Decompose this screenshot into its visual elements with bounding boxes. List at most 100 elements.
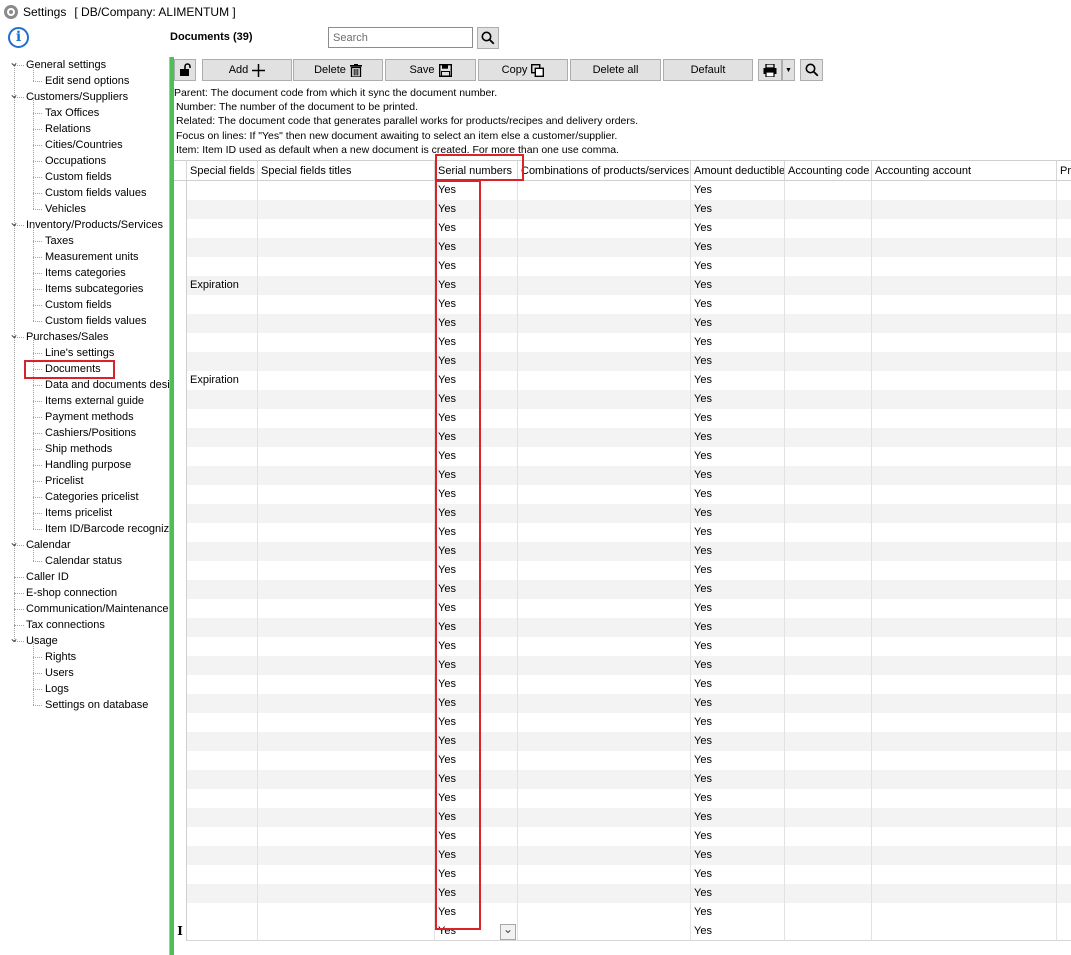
table-cell[interactable] [872,238,1057,257]
row-header[interactable] [174,466,187,485]
table-cell[interactable]: Yes [691,865,785,884]
table-cell[interactable]: Yes [435,314,518,333]
table-cell[interactable] [187,675,258,694]
tree-item-custom-fields-values[interactable]: Custom fields values [45,313,147,329]
table-cell[interactable] [1057,732,1071,751]
table-cell[interactable] [872,371,1057,390]
tree-item-usage[interactable]: Usage [26,633,58,649]
table-cell[interactable] [1057,428,1071,447]
row-header[interactable] [174,257,187,276]
table-cell[interactable] [872,846,1057,865]
table-cell[interactable] [258,808,435,827]
table-cell[interactable] [1057,333,1071,352]
table-cell[interactable] [785,542,872,561]
row-header[interactable] [174,580,187,599]
table-cell[interactable]: Yes [435,428,518,447]
table-cell[interactable] [872,447,1057,466]
row-header[interactable] [174,428,187,447]
table-cell[interactable] [872,466,1057,485]
table-cell[interactable]: Yes [435,485,518,504]
table-cell[interactable] [258,713,435,732]
table-cell[interactable] [187,352,258,371]
table-row[interactable]: Yes Yes [174,751,1071,770]
table-cell[interactable]: Yes [691,789,785,808]
table-cell[interactable] [187,827,258,846]
tree-item-e-shop-connection[interactable]: E-shop connection [26,585,117,601]
table-cell[interactable] [785,219,872,238]
table-cell[interactable]: Yes [691,732,785,751]
table-cell[interactable] [1057,371,1071,390]
column-header-combinations-of-products-services[interactable]: Combinations of products/services [518,160,691,181]
table-cell[interactable]: Yes [691,447,785,466]
table-cell[interactable] [518,238,691,257]
table-cell[interactable] [518,789,691,808]
table-cell[interactable] [785,580,872,599]
table-cell[interactable] [872,219,1057,238]
table-cell[interactable]: Yes [435,656,518,675]
table-cell[interactable] [518,200,691,219]
table-cell[interactable] [258,618,435,637]
table-cell[interactable] [187,865,258,884]
table-cell[interactable] [187,238,258,257]
table-cell[interactable]: Yes [691,523,785,542]
table-cell[interactable]: Yes [691,390,785,409]
table-cell[interactable] [258,770,435,789]
row-header[interactable] [174,884,187,903]
table-cell[interactable] [785,846,872,865]
table-cell[interactable]: Yes [435,789,518,808]
table-row[interactable]: Expiration Yes Yes [174,276,1071,295]
table-row[interactable]: Yes Yes [174,352,1071,371]
table-cell[interactable] [1057,485,1071,504]
table-cell[interactable] [187,181,258,200]
table-cell[interactable]: Yes [435,504,518,523]
table-cell[interactable] [872,428,1057,447]
table-cell[interactable]: Expiration [187,371,258,390]
table-cell[interactable] [258,409,435,428]
row-header[interactable] [174,751,187,770]
table-cell[interactable] [872,276,1057,295]
table-cell[interactable] [518,656,691,675]
tree-item-users[interactable]: Users [45,665,74,681]
table-row[interactable]: Yes Yes [174,257,1071,276]
row-header[interactable] [174,200,187,219]
table-row[interactable]: Expiration Yes Yes [174,371,1071,390]
row-header[interactable] [174,903,187,922]
table-cell[interactable] [258,922,435,941]
row-header[interactable] [174,713,187,732]
tree-item-ship-methods[interactable]: Ship methods [45,441,112,457]
table-cell[interactable] [258,333,435,352]
table-cell[interactable] [187,523,258,542]
table-cell[interactable] [187,542,258,561]
row-header[interactable] [174,561,187,580]
row-header[interactable] [174,504,187,523]
row-header[interactable] [174,295,187,314]
table-cell[interactable] [785,922,872,941]
table-cell[interactable]: Yes [435,618,518,637]
table-cell[interactable] [518,561,691,580]
delete-all-button[interactable]: Delete all [570,59,661,81]
table-cell[interactable] [187,846,258,865]
table-cell[interactable] [1057,200,1071,219]
table-cell[interactable]: Yes [435,447,518,466]
table-cell[interactable] [258,751,435,770]
table-cell[interactable] [187,751,258,770]
table-cell[interactable] [872,409,1057,428]
search-input[interactable] [328,27,473,48]
table-cell[interactable]: Yes [691,276,785,295]
unlock-button[interactable] [174,59,196,81]
table-cell[interactable] [187,504,258,523]
table-cell[interactable] [785,200,872,219]
table-cell[interactable] [785,504,872,523]
table-cell[interactable]: Expiration [187,276,258,295]
table-cell[interactable] [518,276,691,295]
table-cell[interactable]: Yes [691,827,785,846]
table-cell[interactable] [785,694,872,713]
row-header[interactable] [174,409,187,428]
table-row[interactable]: Yes Yes [174,580,1071,599]
table-cell[interactable] [258,542,435,561]
table-cell[interactable] [1057,599,1071,618]
table-cell[interactable] [187,713,258,732]
table-cell[interactable] [518,732,691,751]
table-cell[interactable] [1057,675,1071,694]
table-cell[interactable] [785,599,872,618]
